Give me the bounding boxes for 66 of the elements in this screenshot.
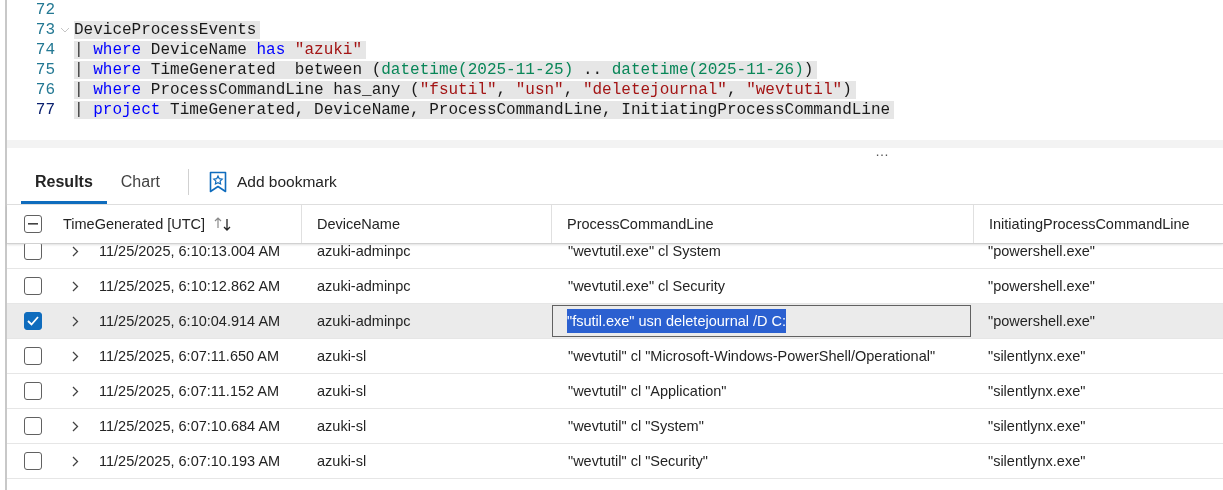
tab[interactable]: Chart: [106, 160, 174, 204]
table-row[interactable]: 11/25/2025, 6:07:10.193 AM azuki-sl "wevtutil" cl "Security" "silentlynx.exe": [7, 444, 1223, 479]
line-number: 75: [34, 61, 55, 79]
table-cell-text: azuki-sl: [316, 418, 368, 434]
table-cell: "wevtutil" cl "Microsoft-Windows-PowerShell/Operational": [568, 348, 936, 364]
table-cell: "wevtutil" cl "Security": [568, 453, 708, 469]
column-header[interactable]: DeviceName: [317, 216, 400, 232]
table-cell: "wevtutil.exe" cl Security: [568, 278, 725, 294]
table-cell-text: azuki-adminpc: [316, 313, 412, 329]
select-all-checkbox[interactable]: [24, 215, 42, 233]
chevron-right-icon[interactable]: [71, 350, 79, 362]
chevron-right-icon[interactable]: [71, 280, 79, 292]
chevron-right-icon[interactable]: [71, 420, 79, 432]
bookmark-star-icon: [208, 171, 227, 193]
table-cell-text: 11/25/2025, 6:10:12.862 AM: [98, 278, 282, 294]
table-row[interactable]: 11/25/2025, 6:10:13.004 AM azuki-adminpc "wevtutil.exe" cl System "powershell.exe": [7, 244, 1223, 269]
table-row[interactable]: 11/25/2025, 6:07:10.684 AM azuki-sl "wevtutil" cl "System" "silentlynx.exe": [7, 409, 1223, 444]
column-header[interactable]: InitiatingProcessCommandLine: [989, 216, 1190, 232]
table-cell-text: "powershell.exe": [987, 278, 1096, 294]
checkmark-icon: [27, 316, 39, 326]
table-row[interactable]: 11/25/2025, 6:07:11.650 AM azuki-sl "wevtutil" cl "Microsoft-Windows-PowerShell/Operational" "silentlynx.exe": [7, 339, 1223, 374]
chevron-right-icon[interactable]: [71, 385, 79, 397]
table-cell: "wevtutil.exe" cl System: [568, 244, 721, 259]
table-cell-text: azuki-sl: [316, 453, 368, 469]
table-row[interactable]: 11/25/2025, 6:07:11.152 AM azuki-sl "wevtutil" cl "Application" "silentlynx.exe": [7, 374, 1223, 409]
table-cell-text: "powershell.exe": [987, 244, 1096, 259]
table-cell-text: "silentlynx.exe": [987, 348, 1087, 364]
table-cell-text: azuki-sl: [316, 348, 368, 364]
row-checkbox[interactable]: [24, 244, 42, 260]
add-bookmark-button[interactable]: Add bookmark: [202, 167, 343, 197]
row-checkbox[interactable]: [24, 417, 42, 435]
table-cell-text: "silentlynx.exe": [987, 453, 1087, 469]
table-cell: "fsutil.exe" usn deletejournal /D C:: [567, 309, 787, 333]
table-cell-text: "silentlynx.exe": [987, 418, 1087, 434]
row-checkbox[interactable]: [24, 452, 42, 470]
chevron-right-icon[interactable]: [71, 315, 79, 327]
table-row[interactable]: 11/25/2025, 6:10:04.914 AM azuki-adminpc "fsutil.exe" usn deletejournal /D C: "powershell.exe": [7, 304, 1223, 339]
table-cell-text: 11/25/2025, 6:07:11.650 AM: [98, 348, 281, 364]
minus-icon: [28, 223, 38, 225]
table-cell-text: 11/25/2025, 6:10:13.004 AM: [98, 244, 282, 259]
splitter-handle[interactable]: …: [875, 148, 889, 160]
table-cell: "wevtutil" cl "Application": [568, 383, 727, 399]
tab[interactable]: Results: [21, 160, 107, 204]
table-cell-text: azuki-sl: [316, 383, 368, 399]
row-checkbox[interactable]: [24, 277, 42, 295]
chevron-right-icon[interactable]: [71, 245, 79, 257]
table-cell: "wevtutil" cl "System": [568, 418, 704, 434]
row-checkbox[interactable]: [24, 312, 42, 330]
table-cell-text: "powershell.exe": [987, 313, 1096, 329]
table-cell-text: 11/25/2025, 6:07:10.684 AM: [98, 418, 282, 434]
line-number: 72: [34, 1, 55, 19]
table-cell-text: 11/25/2025, 6:07:11.152 AM: [98, 383, 281, 399]
table-cell-text: azuki-adminpc: [316, 244, 412, 259]
column-header[interactable]: TimeGenerated [UTC]: [63, 216, 206, 232]
line-number: 73: [34, 21, 55, 39]
table-cell-text: azuki-adminpc: [316, 278, 412, 294]
line-number: 76: [34, 81, 55, 99]
line-number: 74: [34, 41, 55, 59]
row-checkbox[interactable]: [24, 347, 42, 365]
table-cell-text: 11/25/2025, 6:10:04.914 AM: [98, 313, 282, 329]
table-cell-text: 11/25/2025, 6:07:10.193 AM: [98, 453, 282, 469]
row-checkbox[interactable]: [24, 382, 42, 400]
column-header[interactable]: ProcessCommandLine: [567, 216, 714, 232]
table-cell-text: "silentlynx.exe": [987, 383, 1087, 399]
chevron-right-icon[interactable]: [71, 455, 79, 467]
line-number: 77: [34, 101, 55, 119]
